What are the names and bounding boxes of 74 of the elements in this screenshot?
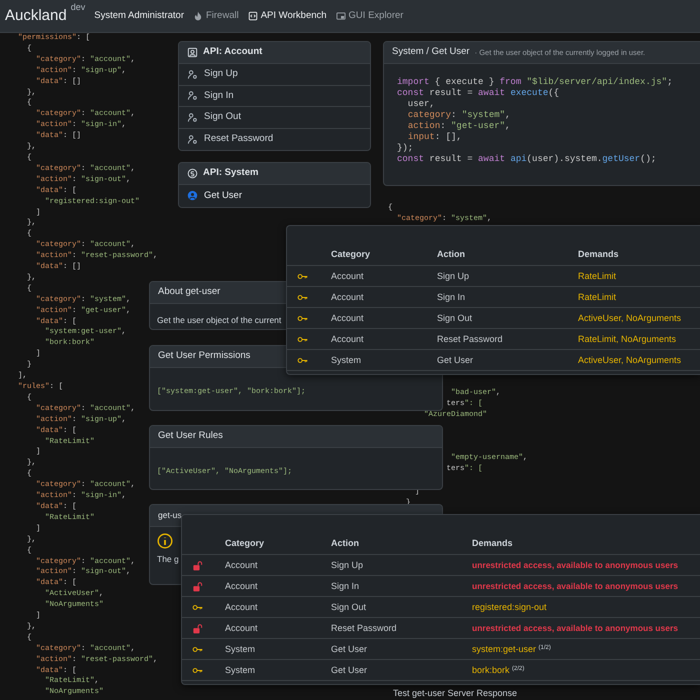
code-line: }); (397, 143, 414, 154)
nav-link[interactable]: Firewall (192, 8, 239, 24)
window-icon (336, 11, 346, 21)
column-header: Demands (466, 534, 700, 554)
table-cell: Get User (325, 660, 466, 681)
nav-link[interactable]: API Workbench (248, 8, 327, 24)
column-header: Action (325, 534, 466, 554)
body-text: Get the user object of the current (157, 315, 282, 325)
card-title: API: System (203, 166, 258, 180)
code-line: user, (406, 99, 435, 110)
nav-link[interactable]: GUI Explorer (336, 8, 404, 24)
card-title: get-us (158, 509, 182, 522)
table-cell: Sign Out (325, 596, 466, 618)
table-cell: Sign Out (431, 307, 572, 328)
code-line: import { execute } from "$lib/server/api/index.js"; (397, 77, 672, 88)
column-header: Action (431, 245, 572, 265)
card-title: Get User Permissions (158, 349, 250, 364)
table-cell: system:get-user $^{(1/2)}$ (466, 638, 700, 660)
code-line: action: "get-user", (406, 121, 510, 132)
person-card-icon (187, 47, 198, 58)
environment-tag: dev (70, 2, 86, 12)
table-cell: Account (219, 554, 325, 576)
table-cell: Account (325, 286, 431, 308)
code-line: category: "system", (406, 110, 510, 121)
table-cell: registered:sign-out (466, 596, 700, 618)
code-icon (248, 11, 258, 21)
table-cell: Account (325, 307, 431, 328)
table-cell: ActiveUser, NoArguments (572, 307, 700, 328)
table-cell: Account (219, 575, 325, 596)
table-cell: System (325, 350, 431, 371)
emblem-icon (187, 168, 198, 179)
table-cell: unrestricted access, available to anonymous users (466, 617, 700, 638)
code-line: input: [], (406, 132, 462, 143)
table-cell: Sign In (431, 286, 572, 308)
column-header: Category (325, 245, 431, 265)
person-gear-icon (187, 134, 198, 145)
column-header: Demands (572, 245, 700, 265)
card-title: API: Account (203, 45, 262, 60)
table-cell: Reset Password (431, 328, 572, 350)
code-line: const result = await execute({ (397, 88, 560, 99)
table-cell: Sign In (325, 575, 466, 596)
info-icon (157, 533, 173, 549)
table-cell: Reset Password (325, 617, 466, 638)
table-cell: Sign Up (325, 554, 466, 576)
fire-icon (192, 11, 203, 21)
table-cell: Account (325, 265, 431, 286)
table-cell: RateLimit (572, 265, 700, 286)
table-cell: Account (325, 328, 431, 350)
table-cell: ActiveUser, NoArguments (572, 350, 700, 371)
panel-title: Test get-user Server Response (393, 688, 518, 698)
person-gear-icon (187, 112, 198, 123)
body-text: The g (157, 554, 179, 564)
card-title: About get-user (158, 285, 220, 300)
column-header: Category (219, 534, 325, 554)
table-cell: Get User (431, 350, 572, 371)
table-cell: unrestricted access, available to anonymous users (466, 554, 700, 576)
breadcrumb-text: System / Get User (392, 45, 470, 60)
table-cell: Sign Up (431, 265, 572, 286)
table-cell: RateLimit (572, 286, 700, 308)
table-cell: unrestricted access, available to anonymous users (466, 575, 700, 596)
table-cell: bork:bork $^{(2/2)}$ (466, 660, 700, 681)
person-gear-icon (187, 68, 198, 80)
table-cell: Account (219, 617, 325, 638)
user-role: System Administrator (94, 8, 184, 23)
card-title: Get User Rules (158, 429, 223, 444)
table-cell: Get User (325, 638, 466, 660)
table-cell: Account (219, 596, 325, 618)
table-cell: System (219, 660, 325, 681)
table-cell: System (219, 638, 325, 660)
brand-name[interactable]: Auckland (5, 7, 67, 24)
table-cell: RateLimit, NoArguments (572, 328, 700, 350)
person-circle-icon (187, 190, 198, 202)
code-line: const result = await api(user).system.getUser(); (397, 154, 656, 165)
person-gear-icon (187, 90, 198, 102)
